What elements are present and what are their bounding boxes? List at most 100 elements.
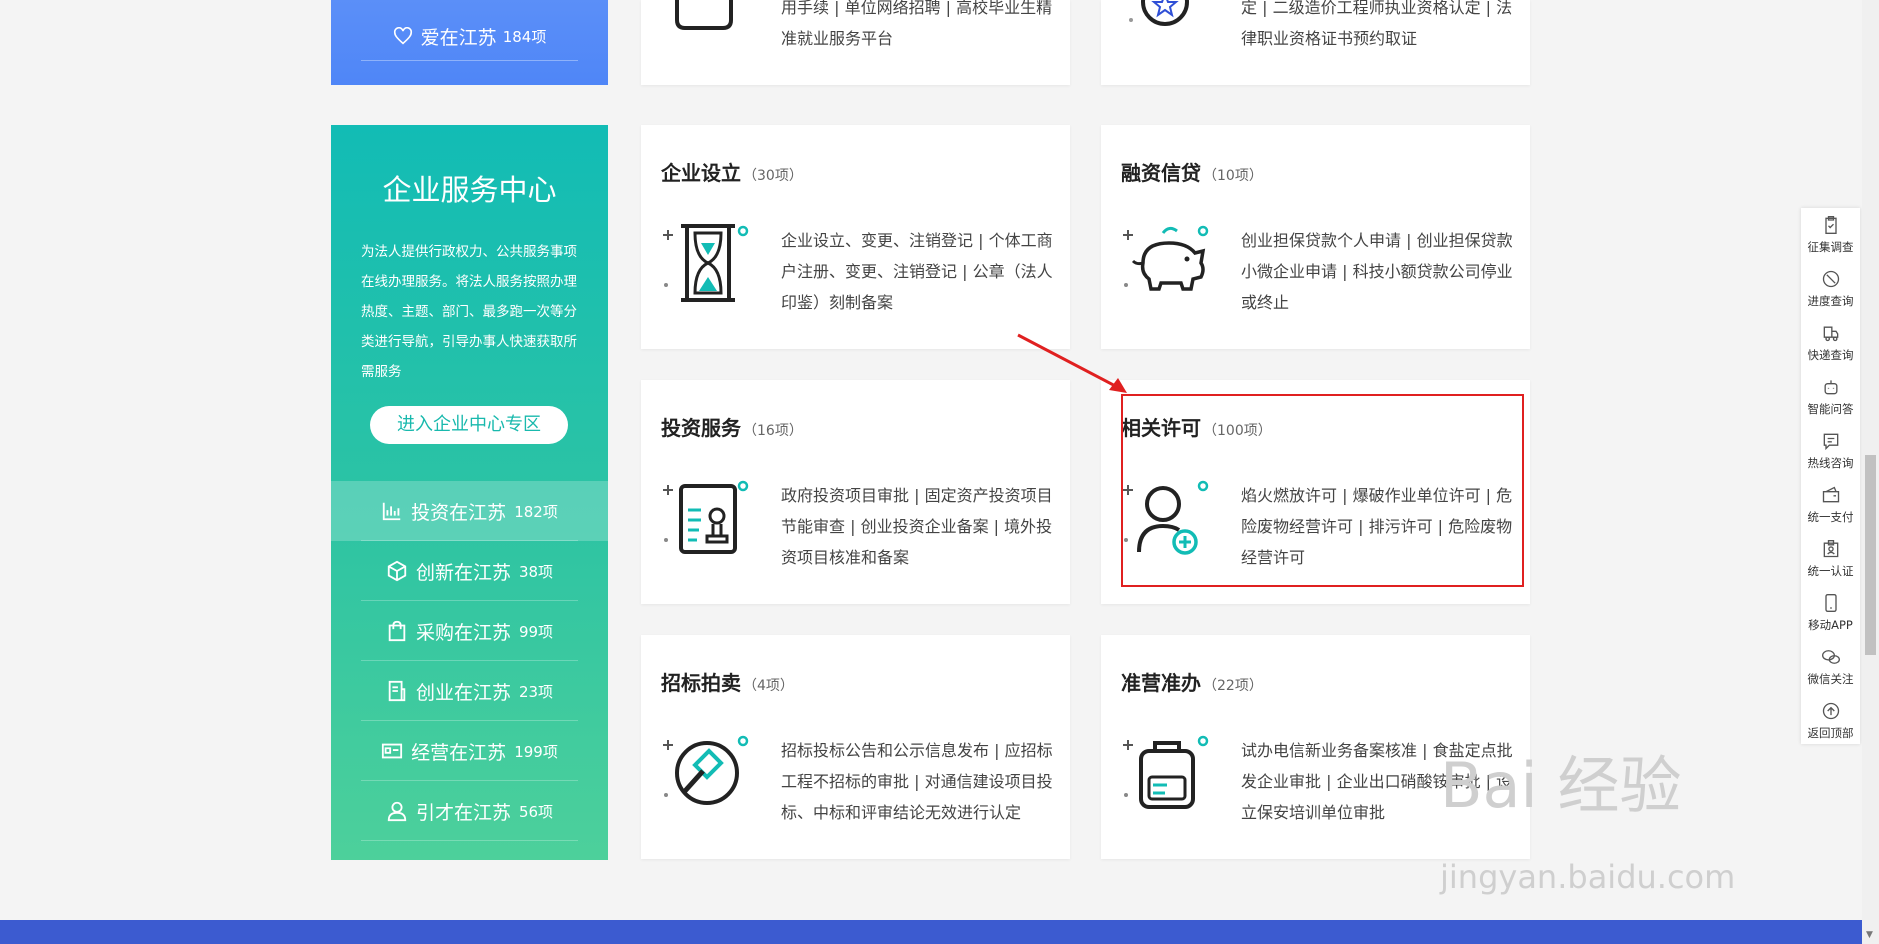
progress-icon xyxy=(1822,270,1839,288)
enterprise-service-panel: 企业服务中心 为法人提供行政权力、公共服务事项在线办理服务。将法人服务按照办理热… xyxy=(331,125,608,860)
baidu-watermark: Bai 经验 xyxy=(1440,749,1682,822)
toolbar-express[interactable]: 快递查询 xyxy=(1801,316,1860,370)
card-bidding[interactable]: 招标拍卖 （4项） 招标投标公告和公示信息发布 | 应招标工程不招标的审批 | 对… xyxy=(641,635,1070,859)
card-count: （30项） xyxy=(743,168,803,184)
toolbar-label: 征集调查 xyxy=(1807,240,1854,254)
nav-item-innovate[interactable]: 创新在江苏 38项 xyxy=(331,541,608,601)
top-card-2[interactable]: 定 | 二级造价工程师执业资格认定 | 法律职业资格证书预约取证 xyxy=(1101,0,1530,85)
nav-label: 创业在江苏 xyxy=(415,681,511,704)
toolbar-label: 统一认证 xyxy=(1807,564,1854,578)
card-count: （4项） xyxy=(743,678,794,694)
toolbar-label: 统一支付 xyxy=(1807,510,1854,524)
enterprise-nav: 投资在江苏 182项 创新在江苏 38项 采购在江苏 99项 创业在江苏 23项… xyxy=(331,481,608,841)
toolbar-mobile-app[interactable]: 移动APP xyxy=(1801,586,1860,640)
chat-icon xyxy=(1823,433,1838,451)
card-investment[interactable]: 投资服务 （16项） 政府投资项目审批 | 固定资产投资项目节能审查 | 创业投资… xyxy=(641,380,1070,604)
nav-label: 经营在江苏 xyxy=(411,741,507,764)
toolbar-wechat[interactable]: 微信关注 xyxy=(1801,640,1860,694)
card-desc: 创业担保贷款个人申请 | 创业担保贷款小微企业申请 | 科技小额贷款公司停业或终… xyxy=(1241,231,1513,312)
toolbar-label: 微信关注 xyxy=(1807,672,1854,686)
nav-count: 199项 xyxy=(514,742,558,761)
card-title: 准营准办 （22项） xyxy=(1121,671,1263,695)
nav-count: 56项 xyxy=(518,802,554,821)
toolbar-label: 返回顶部 xyxy=(1807,726,1854,740)
baidu-watermark-url: jingyan.baidu.com xyxy=(1440,858,1736,896)
card-title: 投资服务 （16项） xyxy=(661,416,803,440)
panel-title: 企业服务中心 xyxy=(382,173,557,207)
wechat-icon xyxy=(1821,650,1840,664)
phone-icon xyxy=(1824,594,1837,612)
nav-item-invest[interactable]: 投资在江苏 182项 xyxy=(331,481,608,541)
card-count: （16项） xyxy=(743,423,803,439)
toolbar-back-to-top[interactable]: 返回顶部 xyxy=(1801,694,1860,748)
heart-icon xyxy=(393,27,412,45)
bar-chart-icon xyxy=(383,502,401,521)
toolbar-progress[interactable]: 进度查询 xyxy=(1801,262,1860,316)
highlight-box xyxy=(1121,394,1524,587)
document-icon xyxy=(388,680,406,702)
certificate-icon xyxy=(663,480,749,554)
toolbar-label: 智能问答 xyxy=(1807,402,1854,416)
nav-label: 投资在江苏 xyxy=(411,501,507,524)
panel-description: 为法人提供行政权力、公共服务事项在线办理服务。将法人服务按照办理热度、主题、部门… xyxy=(361,244,577,380)
card-title: 招标拍卖 （4项） xyxy=(661,671,794,695)
toolbar-label: 进度查询 xyxy=(1807,294,1854,308)
card-enterprise-setup[interactable]: 企业设立 （30项） 企业设立、变更、注销登记 | 个体工商户注册、变更、注销登记… xyxy=(641,125,1070,349)
arrow-up-icon xyxy=(1822,702,1839,720)
gavel-icon xyxy=(663,735,749,805)
card-count: （10项） xyxy=(1203,168,1263,184)
nav-item-purchase[interactable]: 采购在江苏 99项 xyxy=(331,601,608,661)
nav-label: 采购在江苏 xyxy=(415,621,511,644)
truck-icon xyxy=(1823,326,1838,342)
person-icon xyxy=(387,801,407,822)
top-card-1[interactable]: 用手续 | 单位网络招聘 | 高校毕业生精准就业服务平台 xyxy=(641,0,1070,85)
top-left-panel: 爱在江苏 184项 xyxy=(331,0,608,85)
toolbar-label: 热线咨询 xyxy=(1807,456,1854,470)
nav-count: 38项 xyxy=(518,562,554,581)
nav-item-count: 184项 xyxy=(502,27,547,46)
nav-item-talent[interactable]: 引才在江苏 56项 xyxy=(331,781,608,841)
toolbar-qa[interactable]: 智能问答 xyxy=(1801,370,1860,424)
card-desc: 招标投标公告和公示信息发布 | 应招标工程不招标的审批 | 对通信建设项目投标、… xyxy=(781,741,1053,822)
nav-item-love-jiangsu[interactable]: 爱在江苏 184项 xyxy=(361,12,578,61)
nav-count: 99项 xyxy=(518,622,554,641)
enter-enterprise-center-button[interactable]: 进入企业中心专区 xyxy=(370,406,568,444)
partial-icon xyxy=(675,0,733,30)
toolbar-payment[interactable]: 统一支付 xyxy=(1801,478,1860,532)
cube-icon xyxy=(387,560,407,582)
right-toolbar: 征集调查 进度查询 快递查询 智能问答 热线咨询 统一支付 统一认证 移动APP… xyxy=(1801,208,1860,744)
toolbar-label: 移动APP xyxy=(1808,618,1853,632)
nav-item-startup[interactable]: 创业在江苏 23项 xyxy=(331,661,608,721)
scroll-down-arrow-icon[interactable]: ▼ xyxy=(1866,930,1873,940)
badge-icon xyxy=(1823,540,1838,558)
card-title: 企业设立 （30项） xyxy=(661,161,803,185)
toolbar-survey[interactable]: 征集调查 xyxy=(1801,208,1860,262)
nav-label: 引才在江苏 xyxy=(415,801,511,824)
nav-count: 23项 xyxy=(518,682,554,701)
card-count: （22项） xyxy=(1203,678,1263,694)
toolbar-hotline[interactable]: 热线咨询 xyxy=(1801,424,1860,478)
nav-count: 182项 xyxy=(514,502,558,521)
toolbar-label: 快递查询 xyxy=(1807,348,1854,362)
wallet-icon xyxy=(1822,486,1839,503)
card-desc: 企业设立、变更、注销登记 | 个体工商户注册、变更、注销登记 | 公章（法人印鉴… xyxy=(781,231,1053,312)
card-desc: 政府投资项目审批 | 固定资产投资项目节能审查 | 创业投资企业备案 | 境外投… xyxy=(781,486,1053,567)
piggy-bank-icon xyxy=(1123,225,1209,291)
card-desc: 定 | 二级造价工程师执业资格认定 | 法律职业资格证书预约取证 xyxy=(1241,0,1513,48)
toolbar-auth[interactable]: 统一认证 xyxy=(1801,532,1860,586)
nav-item-label: 爱在江苏 xyxy=(420,26,497,49)
card-financing[interactable]: 融资信贷 （10项） 创业担保贷款个人申请 | 创业担保贷款小微企业申请 | 科技… xyxy=(1101,125,1530,349)
nav-item-operate[interactable]: 经营在江苏 199项 xyxy=(331,721,608,781)
scrollbar-thumb[interactable] xyxy=(1865,455,1876,655)
briefcase-icon xyxy=(1123,735,1209,809)
card-desc: 用手续 | 单位网络招聘 | 高校毕业生精准就业服务平台 xyxy=(781,0,1053,48)
star-badge-icon xyxy=(1129,0,1189,26)
id-card-icon xyxy=(382,743,403,759)
nav-label: 创新在江苏 xyxy=(415,561,511,584)
annotation-arrow xyxy=(1017,333,1127,393)
card-title: 融资信贷 （10项） xyxy=(1121,161,1263,185)
robot-icon xyxy=(1824,380,1837,395)
clipboard-icon xyxy=(1824,216,1837,234)
shopping-bag-icon xyxy=(388,620,406,642)
hourglass-icon xyxy=(663,224,749,302)
